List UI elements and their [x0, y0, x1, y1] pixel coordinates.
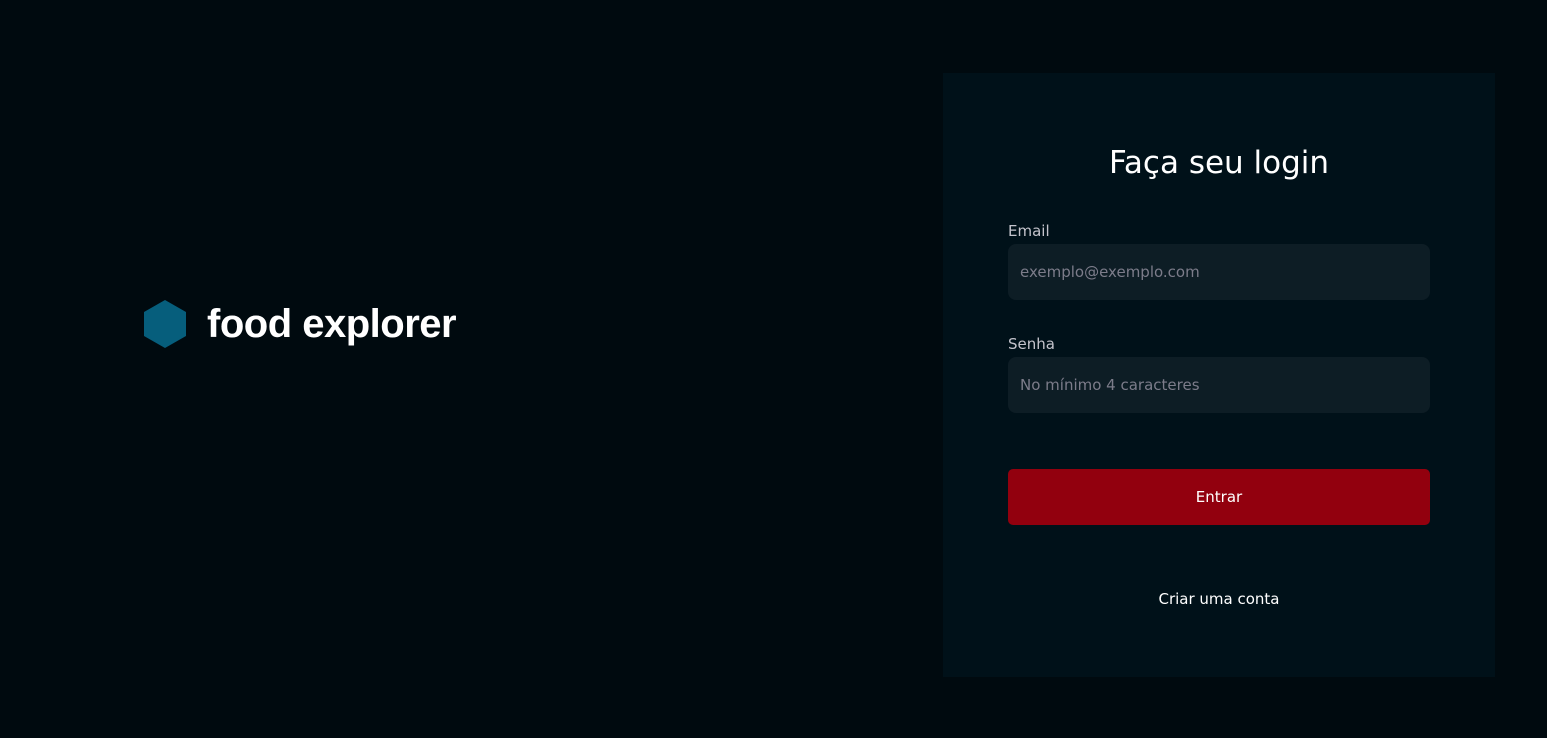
email-label: Email [1008, 222, 1050, 240]
login-page: food explorer Faça seu login Email Senha… [0, 0, 1547, 738]
hexagon-logo-icon [144, 300, 186, 348]
create-account-link[interactable]: Criar uma conta [943, 589, 1495, 609]
email-field[interactable] [1008, 244, 1430, 300]
brand-logo: food explorer [144, 300, 457, 348]
login-title: Faça seu login [1108, 145, 1330, 181]
password-field[interactable] [1008, 357, 1430, 413]
login-button[interactable]: Entrar [1008, 469, 1430, 525]
login-form: Faça seu login Email Senha Entrar Criar … [943, 73, 1495, 677]
password-label: Senha [1008, 335, 1055, 353]
brand-name: food explorer [207, 302, 457, 346]
